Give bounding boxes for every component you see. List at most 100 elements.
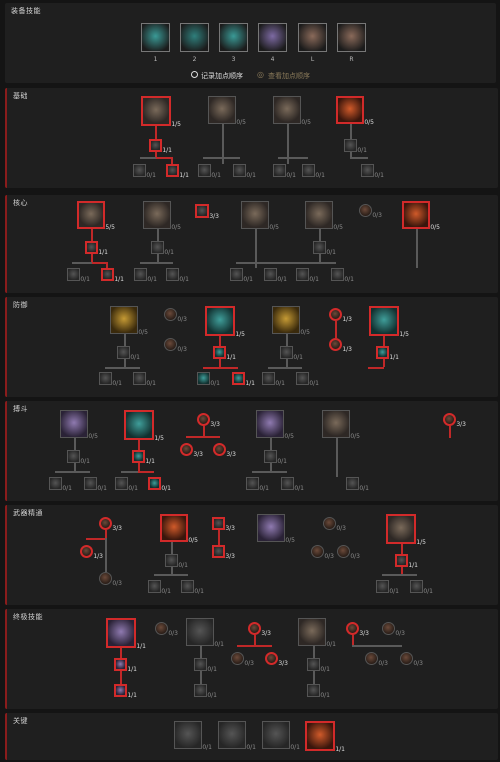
skill-node-ultimate[interactable]: 0/1 [194, 684, 217, 699]
skill-node-core[interactable]: 0/1 [264, 268, 287, 283]
skill-node-basic[interactable]: 0/1 [233, 164, 256, 179]
skill-node-brawl[interactable]: 3/3 [443, 413, 466, 428]
skill-node-brawl[interactable]: 0/1 [67, 450, 90, 465]
skill-node-brawl[interactable]: 3/3 [180, 443, 203, 458]
skill-node-basic[interactable]: 0/1 [344, 139, 367, 154]
skill-node-defense[interactable]: 1/5 [205, 306, 245, 338]
skill-node-brawl[interactable]: 3/3 [213, 443, 236, 458]
skill-node-brawl[interactable]: 0/1 [49, 477, 72, 492]
skill-node-brawl[interactable]: 3/3 [197, 413, 220, 428]
skill-node-core[interactable]: 0/1 [313, 241, 336, 256]
skill-node-weapon[interactable]: 1/5 [386, 514, 426, 546]
skill-node-defense[interactable]: 0/1 [197, 372, 220, 387]
skill-node-basic[interactable]: 0/5 [273, 96, 311, 126]
skill-node-defense[interactable]: 0/1 [296, 372, 319, 387]
skill-node-defense[interactable]: 0/1 [117, 346, 140, 361]
skill-node-weapon[interactable]: 0/1 [410, 580, 433, 595]
skill-node-key[interactable]: 0/1 [262, 721, 300, 751]
skill-node-weapon[interactable]: 0/1 [376, 580, 399, 595]
skill-node-ultimate[interactable]: 1/1 [114, 684, 137, 699]
skill-node-core[interactable]: 1/1 [101, 268, 124, 283]
teal-armor-icon[interactable] [180, 23, 209, 52]
skill-node-ultimate[interactable]: 0/3 [155, 622, 178, 637]
teal-mask-icon[interactable] [219, 23, 248, 52]
skill-node-weapon[interactable]: 0/1 [181, 580, 204, 595]
skill-node-basic[interactable]: 0/5 [208, 96, 246, 126]
skill-node-basic[interactable]: 0/1 [361, 164, 384, 179]
skill-node-brawl[interactable]: 0/1 [281, 477, 304, 492]
skill-node-core[interactable]: 0/1 [134, 268, 157, 283]
skill-node-key[interactable]: 0/1 [174, 721, 212, 751]
skill-node-brawl[interactable]: 0/1 [148, 477, 171, 492]
skill-node-ultimate[interactable]: 0/1 [307, 684, 330, 699]
skill-node-brawl[interactable]: 0/5 [60, 410, 98, 440]
skill-node-basic[interactable]: 1/1 [149, 139, 172, 154]
skill-node-basic[interactable]: 0/1 [302, 164, 325, 179]
skill-node-ultimate[interactable]: 0/3 [231, 652, 254, 667]
eye-icon[interactable]: ◎ [257, 70, 264, 79]
skill-node-weapon[interactable]: 0/1 [148, 580, 171, 595]
skill-node-defense[interactable]: 0/1 [99, 372, 122, 387]
skill-node-ultimate[interactable]: 0/1 [307, 658, 330, 673]
skill-node-brawl[interactable]: 0/5 [322, 410, 360, 440]
skill-node-weapon[interactable]: 1/1 [395, 554, 418, 569]
skill-node-brawl[interactable]: 0/1 [346, 477, 369, 492]
skill-node-defense[interactable]: 1/3 [329, 308, 352, 323]
skill-node-core[interactable]: 0/1 [230, 268, 253, 283]
skill-node-weapon[interactable]: 0/5 [257, 514, 295, 544]
skill-node-defense[interactable]: 0/5 [110, 306, 148, 336]
skill-node-weapon[interactable]: 0/3 [337, 545, 360, 560]
skill-node-weapon[interactable]: 0/3 [323, 517, 346, 532]
skill-node-core[interactable]: 3/3 [195, 204, 219, 220]
skill-node-basic[interactable]: 1/5 [141, 96, 181, 128]
skill-node-core[interactable]: 0/5 [241, 201, 279, 231]
skill-node-defense[interactable]: 1/5 [369, 306, 409, 338]
purple-vortex-icon[interactable] [258, 23, 287, 52]
teal-mask-icon[interactable] [141, 23, 170, 52]
skill-node-core[interactable]: 0/1 [296, 268, 319, 283]
skill-node-weapon[interactable]: 0/3 [311, 545, 334, 560]
skill-node-basic[interactable]: 0/5 [336, 96, 374, 126]
skill-node-weapon[interactable]: 3/3 [212, 545, 235, 560]
skill-node-ultimate[interactable]: 0/1 [194, 658, 217, 673]
sword-pillar-icon[interactable] [298, 23, 327, 52]
skill-node-key[interactable]: 0/1 [218, 721, 256, 751]
skill-node-core[interactable]: 0/1 [67, 268, 90, 283]
skill-node-ultimate[interactable]: 0/1 [298, 618, 336, 648]
skill-node-weapon[interactable]: 1/3 [80, 545, 103, 560]
skill-node-core[interactable]: 0/3 [359, 204, 382, 219]
skill-node-weapon[interactable]: 0/3 [99, 572, 122, 587]
skill-node-defense[interactable]: 0/3 [164, 308, 187, 323]
skill-node-ultimate[interactable]: 1/1 [106, 618, 146, 650]
skill-node-brawl[interactable]: 0/1 [115, 477, 138, 492]
skill-node-basic[interactable]: 0/1 [198, 164, 221, 179]
skill-node-ultimate[interactable]: 0/1 [186, 618, 224, 648]
skill-node-core[interactable]: 0/5 [402, 201, 440, 231]
skill-node-brawl[interactable]: 0/5 [256, 410, 294, 440]
skill-node-defense[interactable]: 1/1 [213, 346, 236, 361]
skill-node-weapon[interactable]: 3/3 [212, 517, 235, 532]
whirlwind-icon[interactable] [337, 23, 366, 52]
skill-node-defense[interactable]: 0/5 [272, 306, 310, 336]
skill-node-defense[interactable]: 1/3 [329, 338, 352, 353]
skill-node-ultimate[interactable]: 3/3 [346, 622, 369, 637]
skill-node-defense[interactable]: 0/1 [280, 346, 303, 361]
skill-node-defense[interactable]: 1/1 [376, 346, 399, 361]
skill-node-weapon[interactable]: 0/5 [160, 514, 198, 544]
skill-node-ultimate[interactable]: 0/3 [400, 652, 423, 667]
skill-node-defense[interactable]: 0/1 [262, 372, 285, 387]
skill-node-basic[interactable]: 0/1 [273, 164, 296, 179]
skill-node-ultimate[interactable]: 3/3 [248, 622, 271, 637]
skill-node-ultimate[interactable]: 0/3 [365, 652, 388, 667]
skill-node-basic[interactable]: 0/1 [133, 164, 156, 179]
skill-node-ultimate[interactable]: 0/3 [382, 622, 405, 637]
skill-node-ultimate[interactable]: 1/1 [114, 658, 137, 673]
skill-node-weapon[interactable]: 0/1 [165, 554, 188, 569]
skill-node-core[interactable]: 0/5 [305, 201, 343, 231]
skill-node-basic[interactable]: 1/1 [166, 164, 189, 179]
skill-node-defense[interactable]: 0/3 [164, 338, 187, 353]
view-order-label[interactable]: 查看加点顺序 [268, 71, 310, 81]
skill-node-core[interactable]: 0/1 [166, 268, 189, 283]
skill-node-brawl[interactable]: 0/1 [264, 450, 287, 465]
record-order-label[interactable]: 记录加点顺序 [201, 71, 243, 81]
